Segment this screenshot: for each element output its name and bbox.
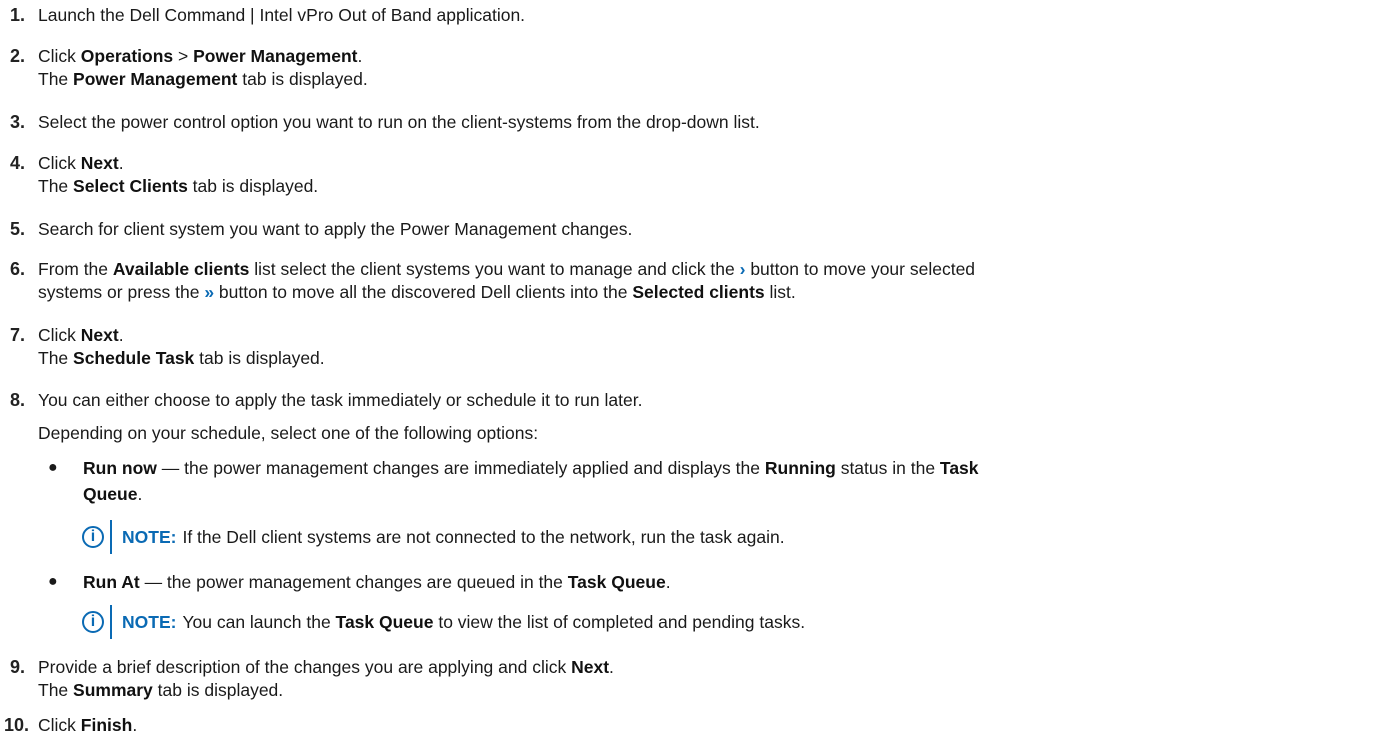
step-text: Launch the Dell Command | Intel vPro Out… [38, 5, 526, 25]
step-text: From the Available clients list select t… [38, 259, 976, 279]
note-label: NOTE: [122, 526, 177, 547]
step-10: 10. Click Finish. [0, 714, 1395, 737]
step-result: The Power Management tab is displayed. [38, 69, 368, 89]
option-run-at: ● Run At — the power management changes … [48, 569, 1378, 595]
step-text: Select the power control option you want… [38, 112, 760, 132]
option-text: Run At — the power management changes ar… [83, 572, 671, 592]
option-text: Run now — the power management changes a… [83, 458, 979, 478]
step-text: You can either choose to apply the task … [38, 390, 643, 410]
step-result: The Summary tab is displayed. [38, 680, 284, 700]
note-divider [110, 605, 112, 639]
info-icon: i [82, 526, 104, 548]
step-number: 10. [4, 715, 30, 735]
step-9: 9. Provide a brief description of the ch… [0, 656, 1395, 702]
step-2: 2. Click Operations > Power Management. … [0, 45, 1395, 91]
step-text: Search for client system you want to app… [38, 219, 633, 239]
step-5: 5. Search for client system you want to … [0, 218, 1395, 241]
note-2: i NOTE: You can launch the Task Queue to… [82, 605, 805, 639]
step-number: 1. [10, 5, 26, 25]
step-3: 3. Select the power control option you w… [0, 111, 1395, 134]
step-result: The Schedule Task tab is displayed. [38, 348, 325, 368]
note-1: i NOTE: If the Dell client systems are n… [82, 520, 785, 554]
step-number: 5. [10, 219, 26, 239]
step-text-continued: systems or press the » button to move al… [38, 282, 796, 302]
step-number: 2. [10, 46, 26, 66]
step-text: Click Finish. [38, 715, 138, 735]
step-8: 8. You can either choose to apply the ta… [0, 389, 1395, 412]
step-text: Click Next. [38, 153, 124, 173]
note-divider [110, 520, 112, 554]
bullet-icon: ● [48, 573, 58, 590]
step-number: 9. [10, 657, 26, 677]
bullet-icon: ● [48, 459, 58, 476]
note-text: You can launch the Task Queue to view th… [182, 611, 806, 632]
step-7: 7. Click Next. The Schedule Task tab is … [0, 324, 1395, 370]
step-6: 6. From the Available clients list selec… [0, 258, 1395, 304]
document-body: 1. Launch the Dell Command | Intel vPro … [0, 0, 1395, 740]
note-text: If the Dell client systems are not conne… [182, 526, 785, 547]
step-1: 1. Launch the Dell Command | Intel vPro … [0, 4, 1395, 27]
option-text-continued: Queue. [83, 484, 143, 504]
step-8-paragraph: Depending on your schedule, select one o… [38, 423, 539, 443]
info-icon: i [82, 611, 104, 633]
step-number: 3. [10, 112, 26, 132]
step-text: Click Next. [38, 325, 124, 345]
step-number: 8. [10, 390, 26, 410]
step-number: 6. [10, 259, 26, 279]
step-number: 4. [10, 153, 26, 173]
step-4: 4. Click Next. The Select Clients tab is… [0, 152, 1395, 198]
option-run-now: ● Run now — the power management changes… [48, 455, 1378, 507]
step-number: 7. [10, 325, 26, 345]
note-label: NOTE: [122, 611, 177, 632]
step-text: Provide a brief description of the chang… [38, 657, 614, 677]
step-text: Click Operations > Power Management. [38, 46, 363, 66]
double-chevron-right-icon: » [204, 282, 215, 302]
step-result: The Select Clients tab is displayed. [38, 176, 319, 196]
